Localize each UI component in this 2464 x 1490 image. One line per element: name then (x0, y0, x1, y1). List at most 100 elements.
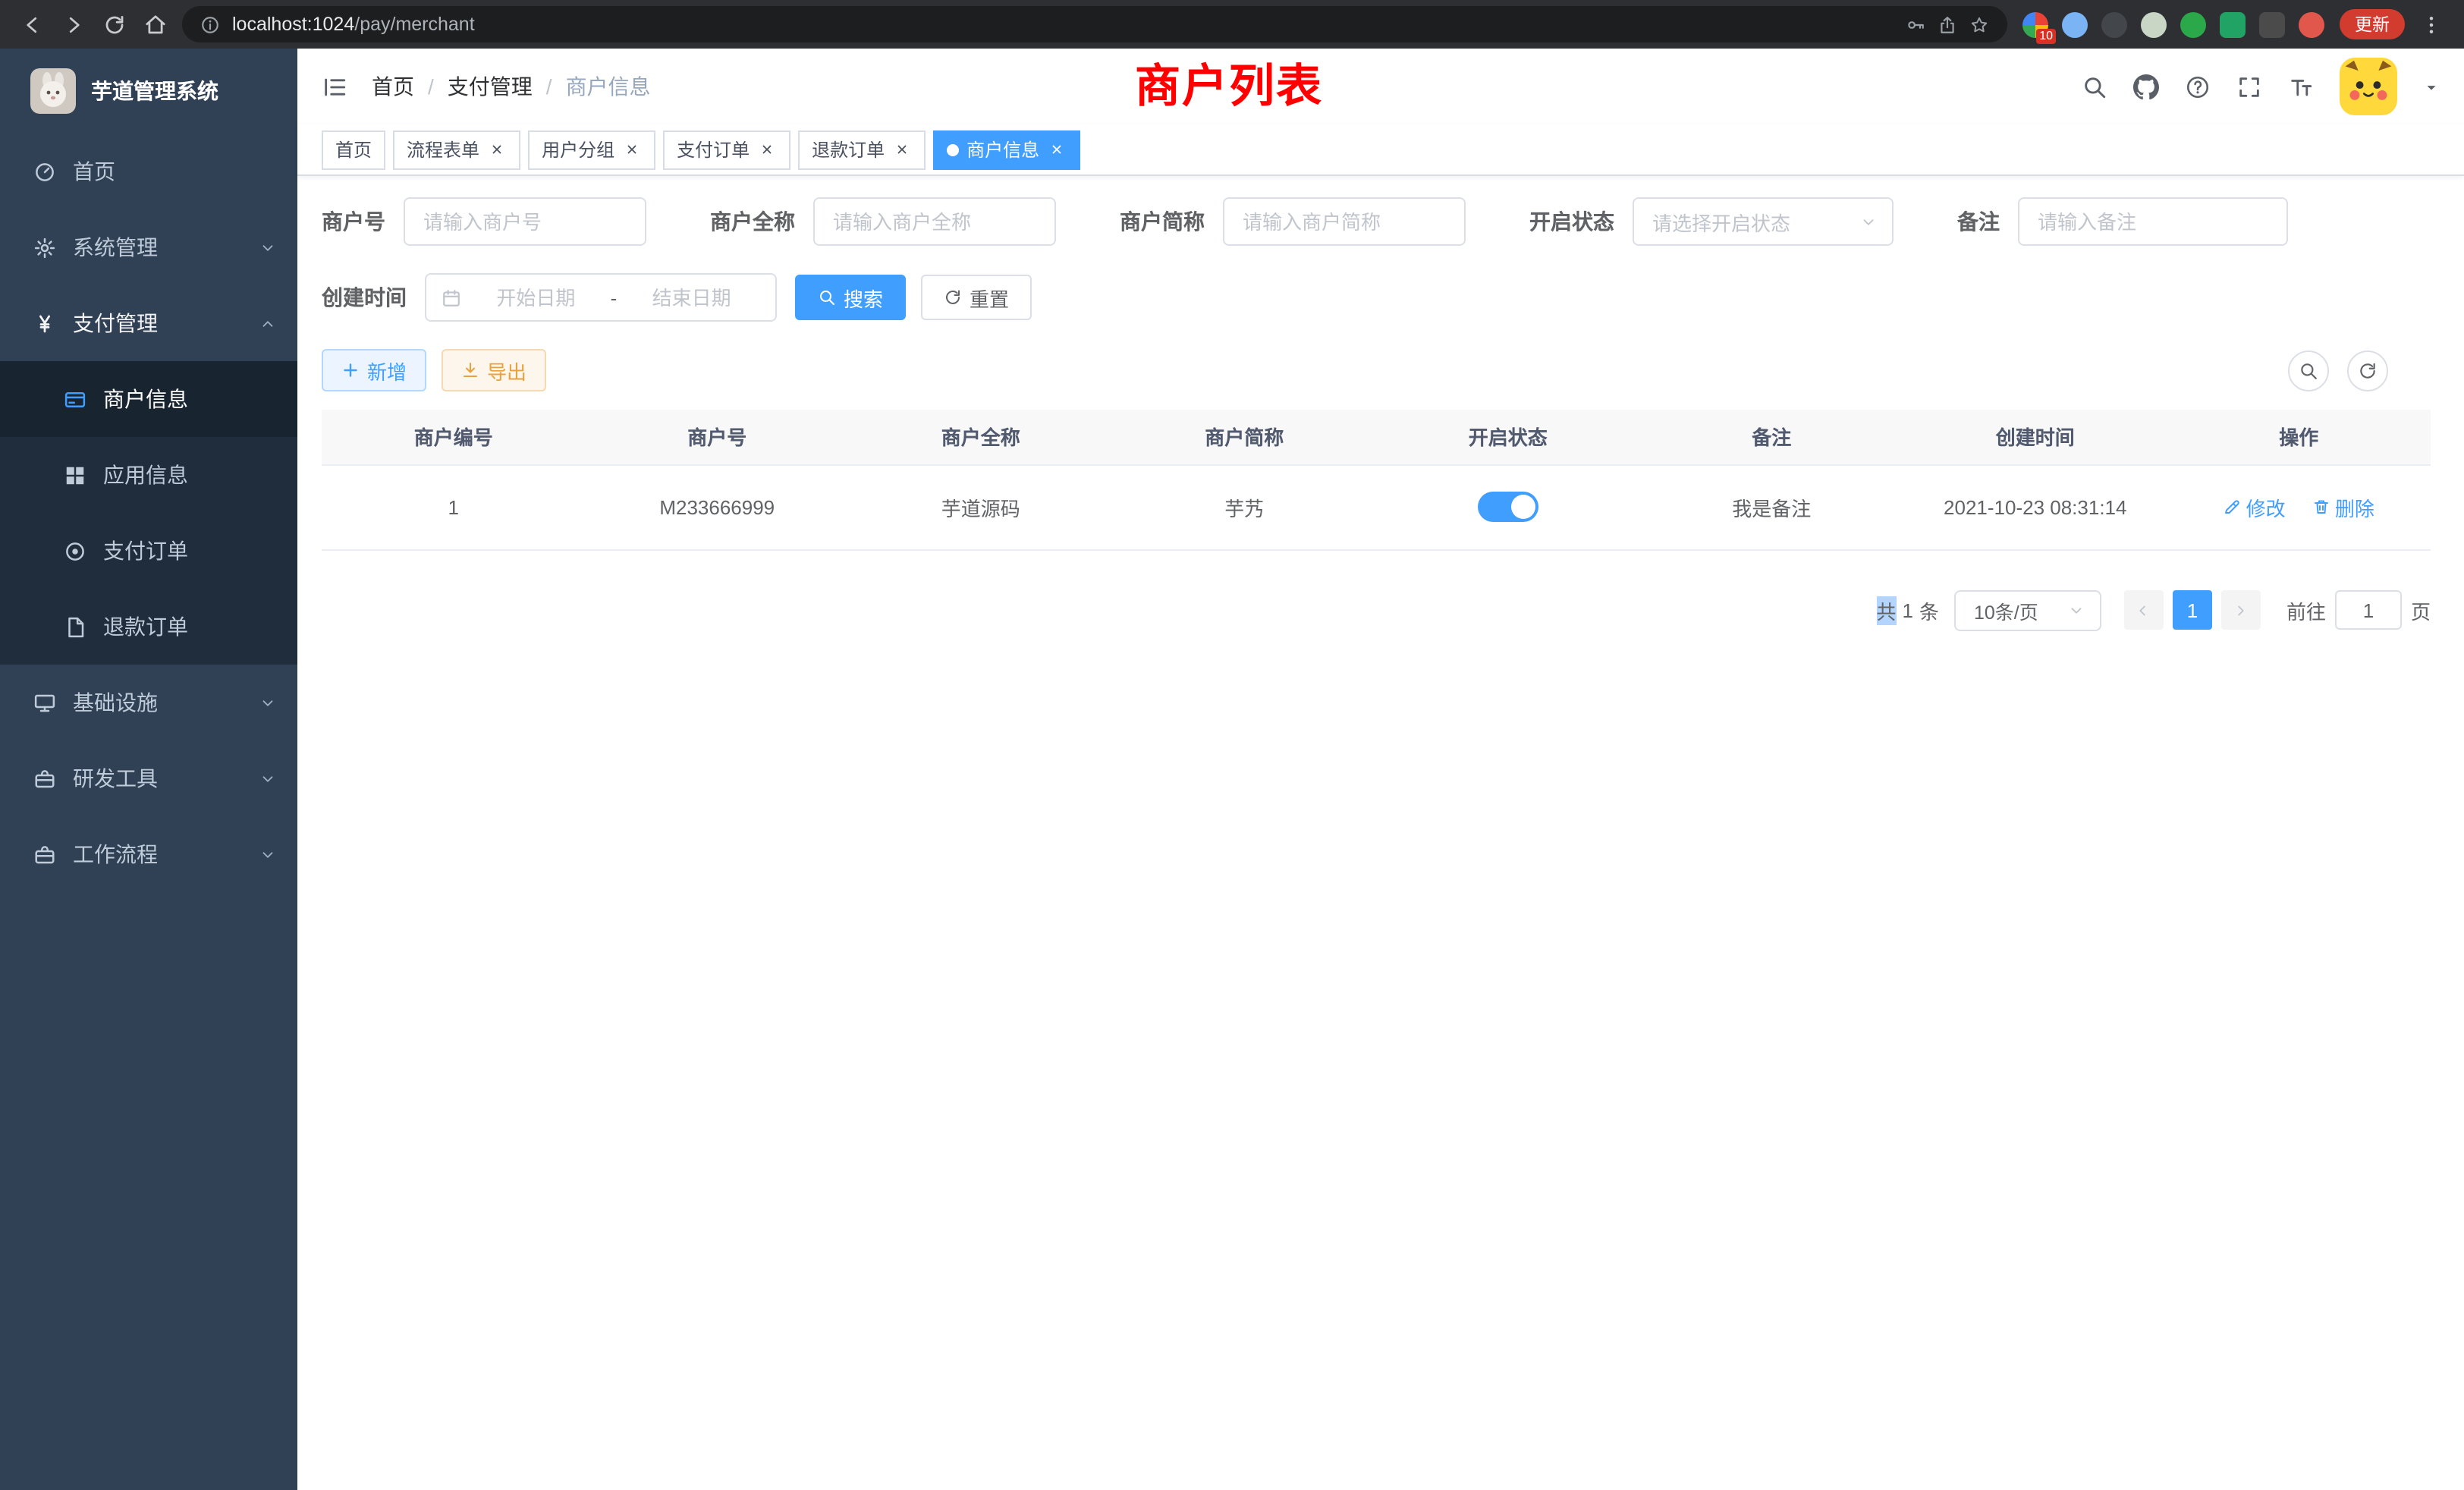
search-icon[interactable] (2082, 74, 2107, 99)
user-avatar[interactable] (2340, 58, 2397, 115)
active-tab-dot (947, 143, 959, 156)
browser-menu-icon[interactable] (2411, 4, 2452, 45)
toggle-search-button[interactable] (2288, 350, 2329, 391)
share-icon[interactable] (1938, 14, 1957, 34)
app-shell: 芋道管理系统 首页 系统管理 支付管理 (0, 49, 2464, 1490)
close-icon[interactable] (487, 140, 507, 159)
sidebar-item-app-info[interactable]: 应用信息 (0, 437, 297, 513)
sidebar-item-label: 系统管理 (73, 232, 158, 262)
bookmark-star-icon[interactable] (1969, 14, 1989, 34)
prev-page-button[interactable] (2124, 590, 2164, 630)
toolbox-icon (30, 843, 58, 866)
extension-icon[interactable] (2299, 11, 2324, 37)
sidebar-item-system[interactable]: 系统管理 (0, 209, 297, 285)
sidebar-item-refund-order[interactable]: 退款订单 (0, 589, 297, 665)
sidebar-item-payment[interactable]: 支付管理 (0, 285, 297, 361)
reload-button[interactable] (94, 4, 135, 45)
extension-icon[interactable] (2220, 11, 2246, 37)
page-size-select[interactable]: 10条/页 (1954, 589, 2101, 630)
goto-suffix: 页 (2411, 596, 2431, 624)
fullscreen-icon[interactable] (2236, 74, 2262, 99)
card-icon (61, 388, 88, 410)
page-size-value: 10条/页 (1974, 596, 2056, 624)
create-time-range-picker[interactable]: - (425, 273, 777, 322)
home-button[interactable] (135, 4, 176, 45)
tab-pay-order[interactable]: 支付订单 (663, 130, 790, 169)
browser-toolbar: localhost:1024/pay/merchant 10 更新 (0, 0, 2464, 49)
chevron-down-icon (2068, 602, 2085, 618)
plus-icon (341, 361, 360, 379)
cell-remark: 我是备注 (1640, 464, 1904, 549)
sidebar-item-workflow[interactable]: 工作流程 (0, 816, 297, 892)
refresh-table-button[interactable] (2347, 350, 2388, 391)
extension-icon[interactable]: 10 (2022, 11, 2048, 37)
remark-input[interactable] (2018, 197, 2288, 246)
status-select[interactable]: 请选择开启状态 (1633, 197, 1894, 246)
tab-user-group[interactable]: 用户分组 (528, 130, 655, 169)
breadcrumb-home[interactable]: 首页 (372, 71, 414, 102)
total-count: 1 (1902, 599, 1912, 621)
download-icon (461, 361, 479, 379)
tab-process-form[interactable]: 流程表单 (393, 130, 520, 169)
pagination-goto: 前往 页 (2286, 590, 2431, 630)
tab-home[interactable]: 首页 (322, 130, 385, 169)
start-date-input[interactable] (467, 286, 605, 309)
close-icon[interactable] (757, 140, 777, 159)
breadcrumb-payment[interactable]: 支付管理 (448, 71, 533, 102)
site-info-icon[interactable] (200, 14, 220, 34)
sidebar-item-merchant-info[interactable]: 商户信息 (0, 361, 297, 437)
sidebar-toggle-icon[interactable] (322, 74, 347, 99)
tab-merchant-info[interactable]: 商户信息 (933, 130, 1080, 169)
app-logo[interactable]: 芋道管理系统 (0, 49, 297, 134)
delete-button-label: 删除 (2335, 492, 2374, 521)
edit-icon (2224, 498, 2242, 516)
status-toggle[interactable] (1478, 492, 1538, 522)
github-icon[interactable] (2133, 74, 2159, 99)
short-name-input[interactable] (1223, 197, 1466, 246)
reset-button[interactable]: 重置 (921, 275, 1032, 320)
reset-button-label: 重置 (970, 283, 1009, 312)
close-icon[interactable] (1047, 140, 1067, 159)
extension-icon[interactable] (2141, 11, 2167, 37)
extension-icon[interactable] (2259, 11, 2285, 37)
sidebar-item-label: 研发工具 (73, 763, 158, 794)
merchant-no-input[interactable] (404, 197, 646, 246)
password-key-icon[interactable] (1906, 14, 1925, 34)
close-icon[interactable] (892, 140, 912, 159)
sidebar-item-dev-tools[interactable]: 研发工具 (0, 740, 297, 816)
status-label: 开启状态 (1529, 206, 1614, 237)
page-number-button[interactable]: 1 (2173, 590, 2212, 630)
export-button[interactable]: 导出 (442, 349, 546, 391)
add-button[interactable]: 新增 (322, 349, 426, 391)
full-name-input[interactable] (813, 197, 1056, 246)
back-button[interactable] (12, 4, 53, 45)
font-size-icon[interactable] (2288, 74, 2314, 99)
extension-icon[interactable] (2101, 11, 2127, 37)
forward-button[interactable] (53, 4, 94, 45)
next-page-button[interactable] (2221, 590, 2261, 630)
filter-merchant-no: 商户号 (322, 197, 646, 246)
edit-button[interactable]: 修改 (2224, 492, 2286, 521)
close-icon[interactable] (622, 140, 642, 159)
extension-icon[interactable] (2180, 11, 2206, 37)
address-bar[interactable]: localhost:1024/pay/merchant (182, 6, 2007, 42)
sidebar-item-pay-order[interactable]: 支付订单 (0, 513, 297, 589)
caret-down-icon[interactable] (2423, 78, 2440, 95)
total-suffix: 条 (1919, 596, 1939, 624)
full-name-label: 商户全称 (710, 206, 795, 237)
browser-update-button[interactable]: 更新 (2340, 9, 2405, 39)
help-icon[interactable] (2185, 74, 2211, 99)
refresh-icon (944, 288, 962, 306)
sidebar-item-home[interactable]: 首页 (0, 134, 297, 209)
cell-actions: 修改 删除 (2167, 464, 2431, 549)
tab-refund-order[interactable]: 退款订单 (798, 130, 926, 169)
end-date-input[interactable] (623, 286, 760, 309)
logo-avatar (30, 68, 76, 114)
search-icon (2299, 360, 2318, 380)
table-row: 1 M233666999 芋道源码 芋艿 我是备注 2021-10-23 08:… (322, 464, 2431, 549)
goto-page-input[interactable] (2335, 590, 2402, 630)
search-button[interactable]: 搜索 (795, 275, 906, 320)
delete-button[interactable]: 删除 (2312, 492, 2374, 521)
extension-icon[interactable] (2062, 11, 2088, 37)
sidebar-item-infrastructure[interactable]: 基础设施 (0, 665, 297, 740)
